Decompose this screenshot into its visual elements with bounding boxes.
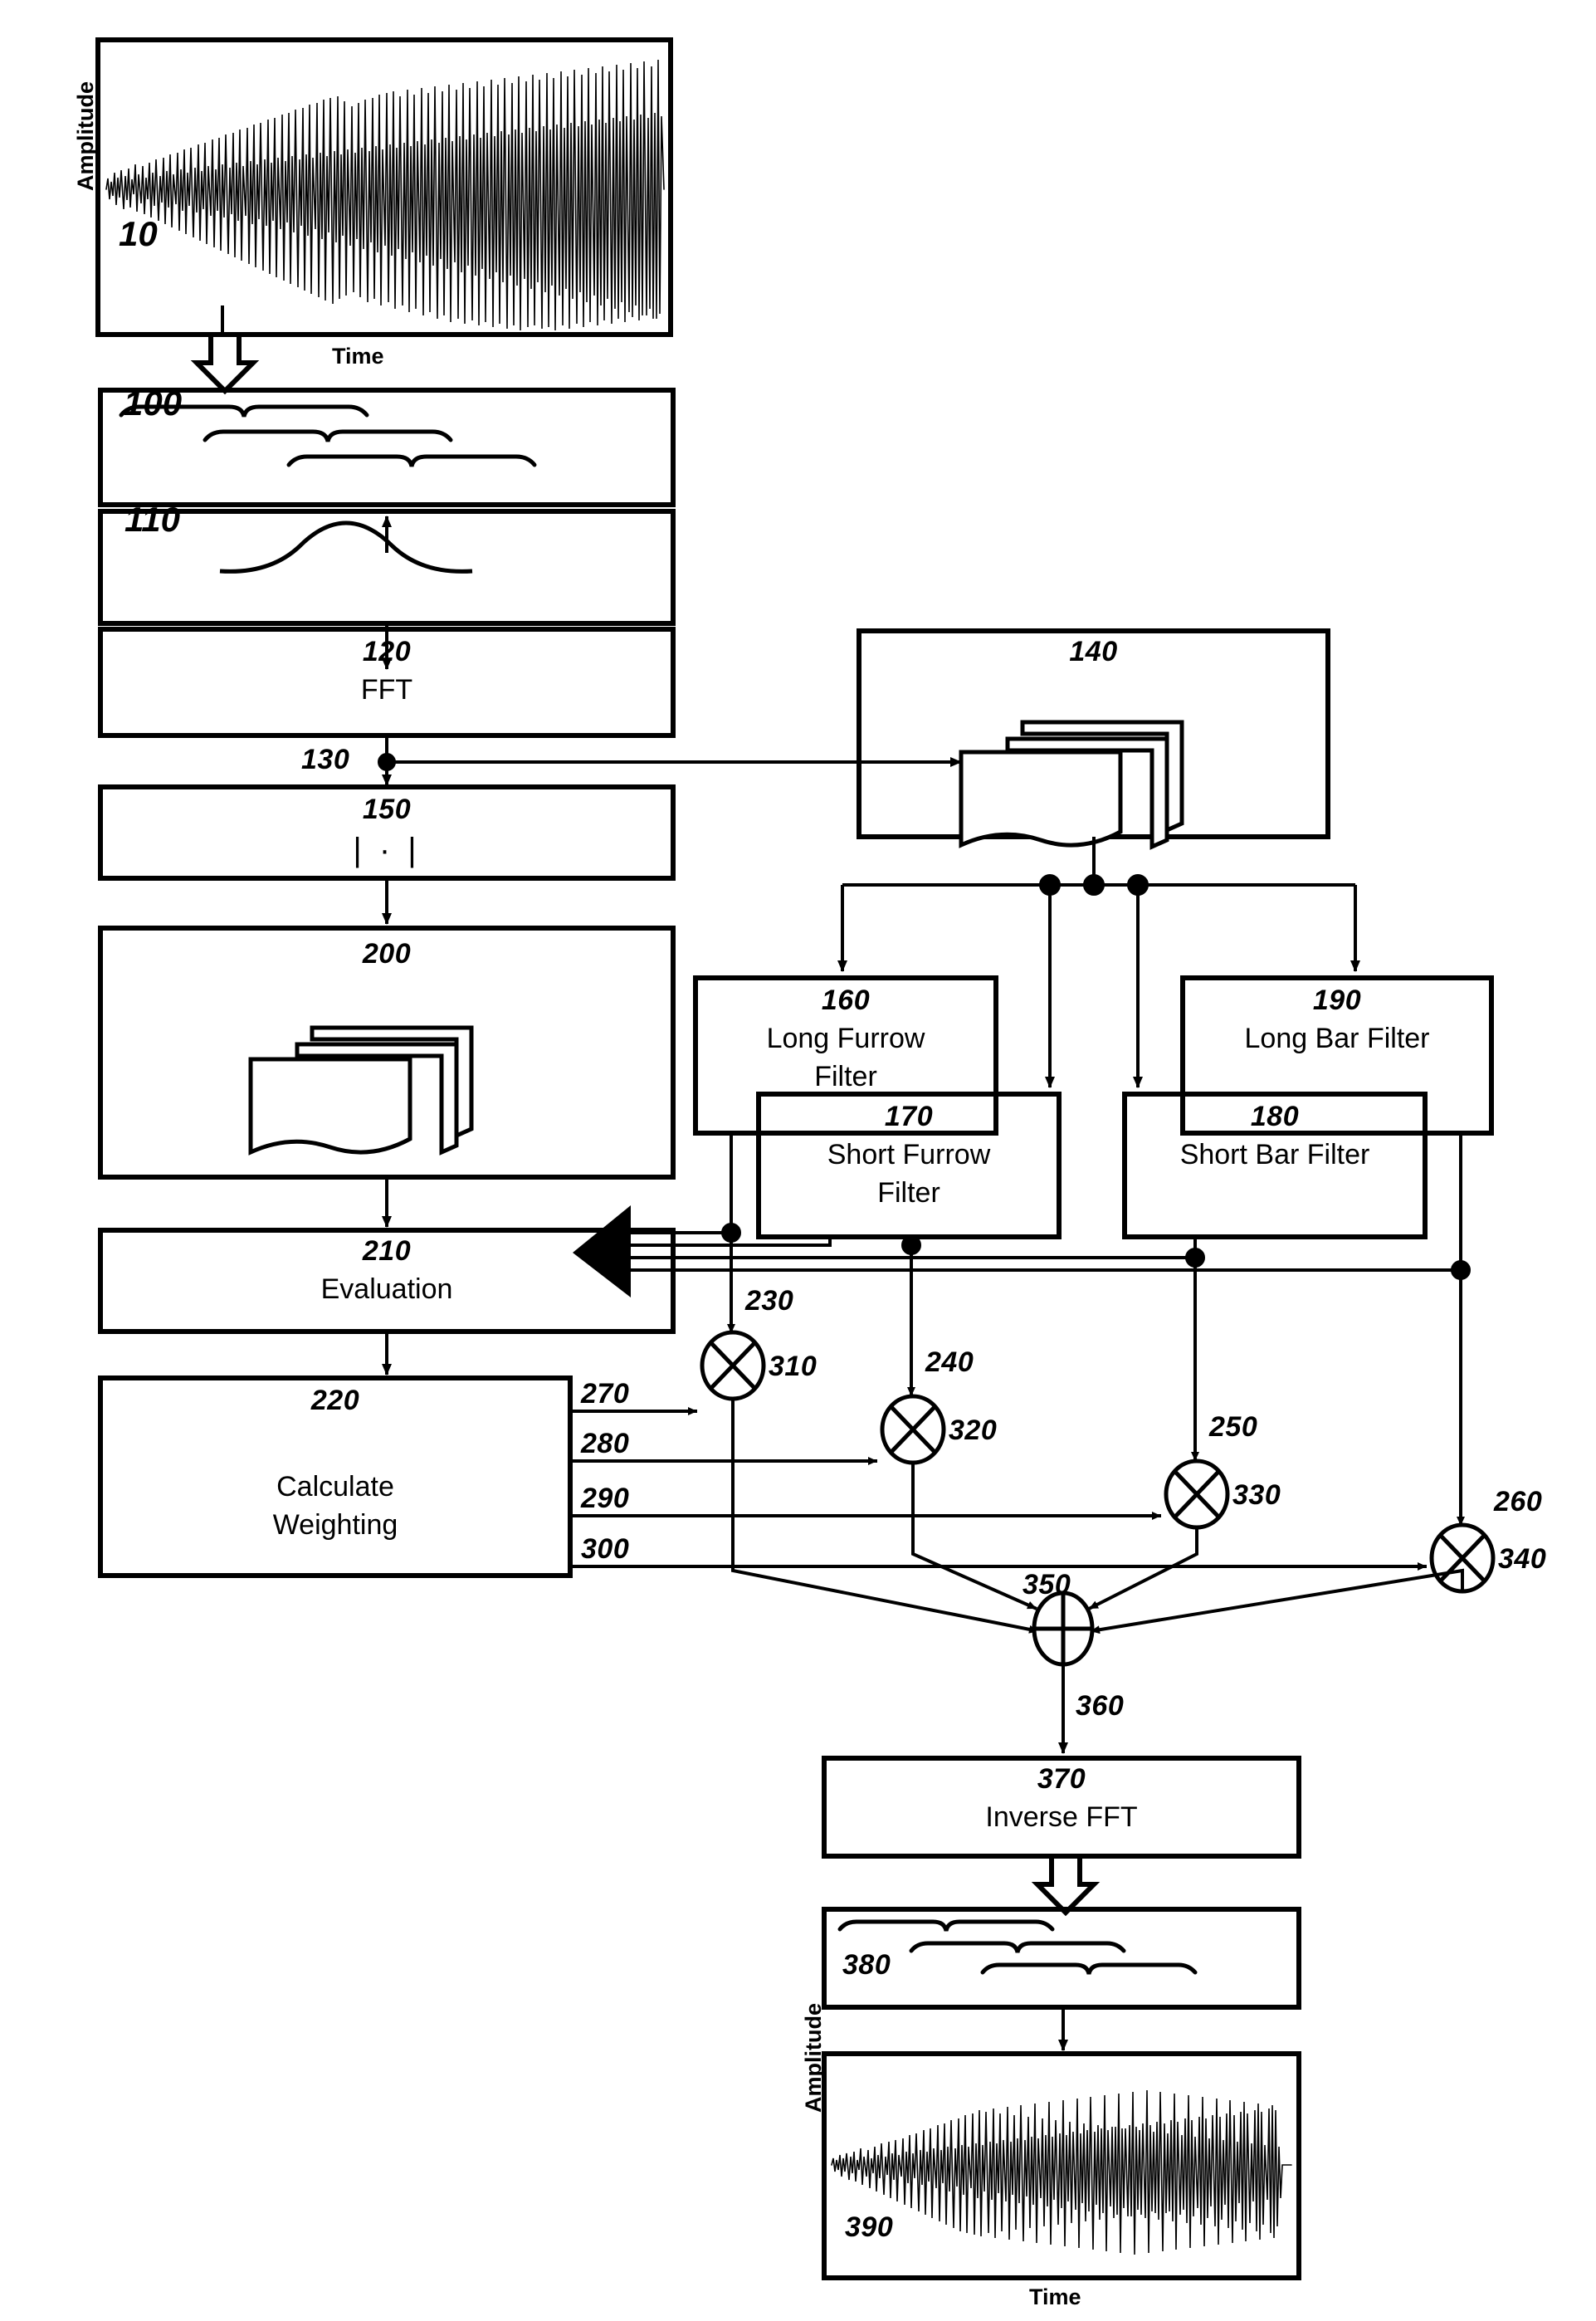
out-320-to-350: [911, 1463, 1037, 1610]
signal-300-ref: 300: [581, 1533, 630, 1565]
signal-250-ref: 250: [1209, 1411, 1258, 1443]
block-150-label: | · |: [353, 832, 421, 868]
block-140-ref: 140: [1069, 636, 1118, 667]
block-380-ref: 380: [842, 1949, 891, 1981]
block-10-ref: 10: [119, 214, 158, 253]
block-220-label-line1: Calculate: [276, 1471, 394, 1503]
gaussian-bell-curve: [219, 520, 473, 574]
multiplier-320: [880, 1394, 946, 1465]
operator-330-ref: 330: [1232, 1479, 1281, 1511]
time-label-top: Time: [332, 344, 384, 369]
block-390-ref: 390: [845, 2211, 894, 2243]
block-180-ref: 180: [1250, 1101, 1300, 1132]
page-stack-200: [248, 1025, 474, 1156]
noisy-waveform-bottom: [831, 2089, 1292, 2255]
block-160-label-line2: Filter: [814, 1061, 877, 1092]
block-370-label: Inverse FFT: [985, 1801, 1138, 1833]
multiplier-330: [1164, 1459, 1230, 1530]
signal-260-ref: 260: [1494, 1486, 1543, 1517]
block-120-label: FFT: [360, 674, 413, 706]
feedback-line-160: [631, 1133, 733, 1234]
summer-350: [1032, 1590, 1095, 1667]
signal-230-ref: 230: [745, 1285, 794, 1317]
block-160-label-line1: Long Furrow: [766, 1023, 925, 1054]
operator-310-ref: 310: [769, 1351, 818, 1382]
amplitude-label-bottom: Amplitude: [801, 2003, 826, 2113]
windowing-braces-100: [119, 404, 537, 467]
block-200-ref: 200: [362, 938, 412, 970]
figure-canvas: 10 100 110 Amplitude Time 120 FFT 130 15…: [0, 0, 1596, 2321]
windowing-braces-380: [837, 1919, 1198, 1975]
signal-360-ref: 360: [1076, 1690, 1125, 1722]
block-110-ref: 110: [124, 500, 180, 539]
block-210-ref: 210: [362, 1235, 412, 1267]
hollow-arrow-2: [1031, 1854, 1101, 1917]
amplitude-label-top: Amplitude: [73, 81, 98, 191]
block-210-label: Evaluation: [320, 1273, 453, 1305]
block-120-ref: 120: [362, 636, 412, 667]
block-160-ref: 160: [821, 985, 871, 1016]
block-220-ref: 220: [310, 1385, 360, 1416]
operator-340-ref: 340: [1498, 1543, 1547, 1575]
operator-350-ref: 350: [1023, 1569, 1071, 1600]
block-100-ref: 100: [124, 384, 182, 423]
block-170-ref: 170: [884, 1101, 934, 1132]
block-370-ref: 370: [1037, 1763, 1086, 1795]
block-220-label-line2: Weighting: [272, 1509, 398, 1541]
hollow-arrow-1: [190, 332, 260, 395]
signal-270-ref: 270: [581, 1378, 630, 1410]
page-stack-140: [959, 720, 1184, 850]
operator-320-ref: 320: [949, 1415, 998, 1446]
signal-240-ref: 240: [925, 1346, 974, 1378]
block-190-ref: 190: [1312, 985, 1362, 1016]
block-150-ref: 150: [362, 794, 412, 825]
block-380-frame: [822, 1907, 1301, 2010]
block-170-label-line1: Short Furrow: [827, 1139, 991, 1170]
block-180-label: Short Bar Filter: [1179, 1139, 1370, 1170]
signal-280-ref: 280: [581, 1428, 630, 1459]
signal-290-ref: 290: [581, 1483, 630, 1514]
block-170-label-line2: Filter: [877, 1177, 940, 1209]
noisy-waveform-top: [105, 59, 665, 331]
junction-bus-b: [1083, 874, 1105, 896]
block-190-label: Long Bar Filter: [1244, 1023, 1430, 1054]
multiplier-310: [700, 1330, 766, 1401]
time-label-bottom: Time: [1029, 2284, 1081, 2309]
signal-130-ref: 130: [301, 744, 350, 775]
